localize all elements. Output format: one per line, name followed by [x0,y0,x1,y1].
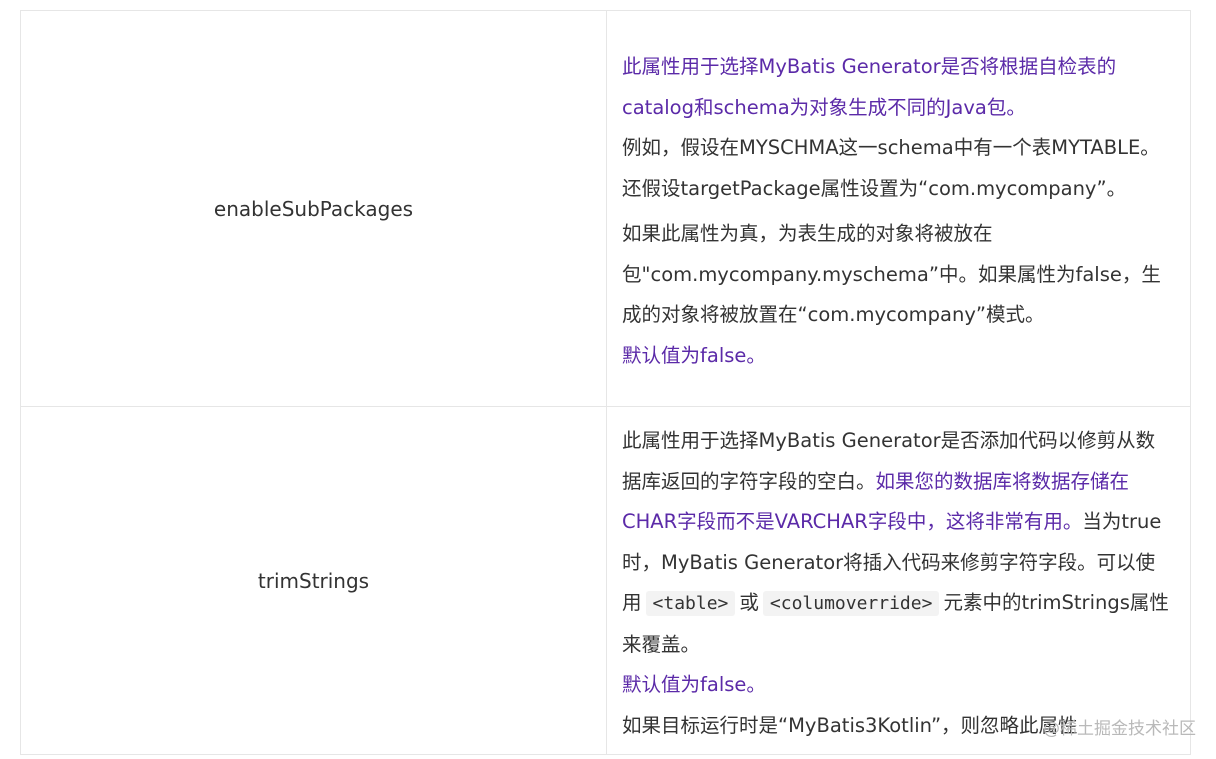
property-name: trimStrings [257,568,370,593]
property-name: enableSubPackages [213,196,414,221]
property-table: enableSubPackages 此属性用于选择MyBatis Generat… [20,10,1191,755]
property-name-cell: enableSubPackages [20,10,607,407]
note-text: 如果目标运行时是“MyBatis3Kotlin”，则忽略此属性 [622,713,1078,737]
property-description-cell: 此属性用于选择MyBatis Generator是否将根据自检表的catalog… [606,10,1191,407]
table-row: enableSubPackages 此属性用于选择MyBatis Generat… [20,10,1191,407]
table-row: trimStrings 此属性用于选择MyBatis Generator是否添加… [20,406,1191,755]
description-text: 如果此属性为真，为表生成的对象将被放在包"com.mycompany.mysch… [622,222,1161,326]
description-paragraph: 如果此属性为真，为表生成的对象将被放在包"com.mycompany.mysch… [622,214,1174,376]
page: enableSubPackages 此属性用于选择MyBatis Generat… [0,0,1216,759]
default-value-text: 默认值为false。 [622,343,766,367]
juejin-watermark: @稀土掘金技术社区 [1043,719,1196,739]
description-paragraph: 此属性用于选择MyBatis Generator是否将根据自检表的catalog… [622,47,1174,209]
highlighted-text: 此属性用于选择MyBatis Generator是否将根据自检表的catalog… [622,55,1117,119]
description-paragraph: 此属性用于选择MyBatis Generator是否添加代码以修剪从数据库返回的… [622,421,1174,746]
or-text: 或 [739,591,759,614]
default-value-text: 默认值为false。 [622,673,766,696]
description-text: 例如，假设在MYSCHMA这一schema中有一个表MYTABLE。还假设tar… [622,136,1160,200]
code-table-tag: <table> [645,591,736,616]
code-columnoverride-tag: <columoverride> [762,591,940,616]
property-name-cell: trimStrings [20,406,607,755]
property-description-cell: 此属性用于选择MyBatis Generator是否添加代码以修剪从数据库返回的… [606,406,1191,755]
